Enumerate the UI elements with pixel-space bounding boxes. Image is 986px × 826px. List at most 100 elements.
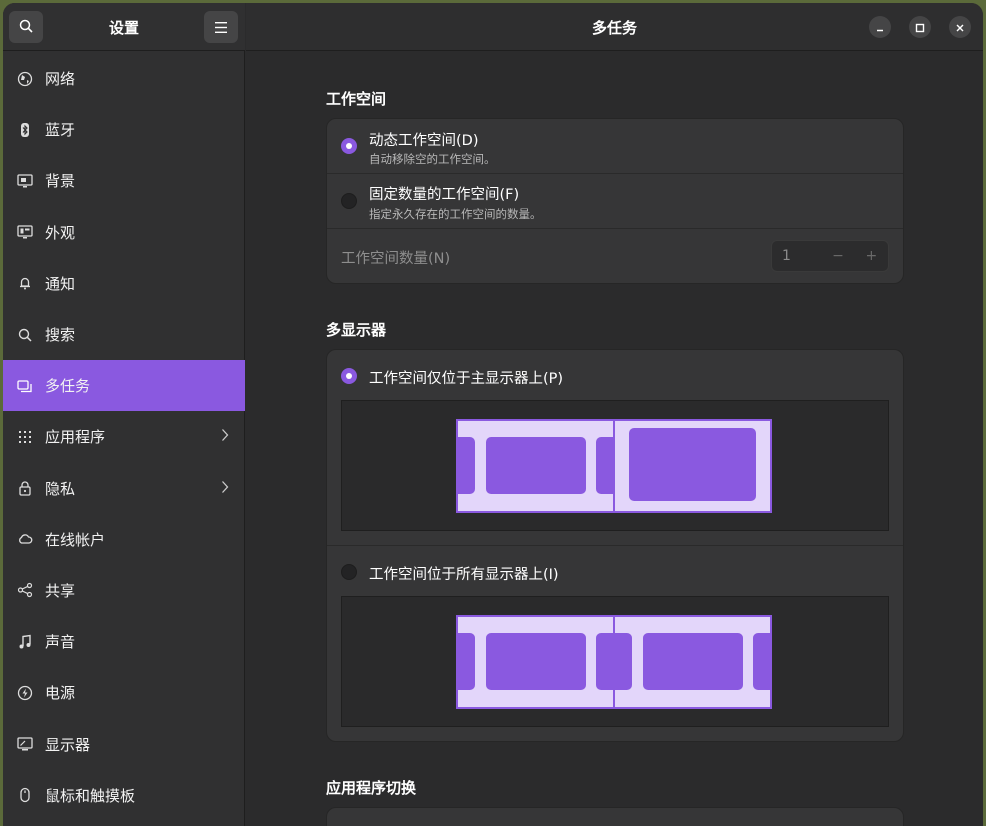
preview-monitor-right xyxy=(613,419,772,513)
sidebar-item-mouse[interactable]: 鼠标和触摸板 xyxy=(3,770,245,821)
workspace-thumbnail xyxy=(615,633,632,690)
share-icon xyxy=(17,582,33,598)
mouse-icon xyxy=(17,787,33,803)
sidebar-item-displays[interactable]: 显示器 xyxy=(3,718,245,769)
background-display-icon xyxy=(17,173,33,189)
sidebar-item-sharing[interactable]: 共享 xyxy=(3,565,245,616)
bluetooth-icon xyxy=(17,122,33,138)
preview-monitor-left xyxy=(456,419,615,513)
all-displays-row[interactable]: 工作空间位于所有显示器上(I) xyxy=(327,546,903,742)
workspaces-section-title: 工作空间 xyxy=(326,90,387,108)
main-menu-button[interactable] xyxy=(204,11,238,43)
increment-button[interactable]: + xyxy=(855,248,888,264)
sidebar-item-label: 多任务 xyxy=(45,377,91,396)
sidebar-item-multitasking[interactable]: 多任务 xyxy=(3,360,245,412)
workspace-thumbnail xyxy=(486,633,586,690)
app-switching-card xyxy=(326,807,904,826)
sidebar-item-label: 应用程序 xyxy=(45,428,106,447)
primary-only-preview xyxy=(341,400,889,531)
all-displays-radio[interactable] xyxy=(341,564,357,580)
sidebar-nav: 网络 蓝牙 背景 外观 通知 搜索 多任务 应用程序 隐私 在线帐户 共享 声音… xyxy=(3,53,245,821)
dynamic-workspaces-radio[interactable] xyxy=(341,138,357,154)
dynamic-workspaces-row[interactable]: 动态工作空间(D) 自动移除空的工作空间。 xyxy=(327,119,903,174)
dynamic-workspaces-label: 动态工作空间(D) xyxy=(369,133,479,149)
workspace-thumbnail xyxy=(643,633,743,690)
primary-only-row[interactable]: 工作空间仅位于主显示器上(P) xyxy=(327,350,903,546)
sidebar-item-label: 声音 xyxy=(45,633,76,652)
fixed-workspaces-row[interactable]: 固定数量的工作空间(F) 指定永久存在的工作空间的数量。 xyxy=(327,174,903,229)
multimonitor-section-title: 多显示器 xyxy=(326,321,387,339)
sidebar-item-label: 显示器 xyxy=(45,735,91,754)
multimonitor-card: 工作空间仅位于主显示器上(P) 工作空间位于所有显示器上(I) xyxy=(326,349,904,742)
sidebar-item-label: 电源 xyxy=(45,684,76,703)
sidebar-item-label: 鼠标和触摸板 xyxy=(45,786,136,805)
workspace-count-stepper[interactable]: 1 − + xyxy=(771,240,889,272)
cloud-icon xyxy=(17,531,33,547)
sidebar-item-label: 背景 xyxy=(45,172,76,191)
multitasking-icon xyxy=(17,378,33,394)
bell-icon xyxy=(17,275,33,291)
minimize-icon xyxy=(875,18,885,37)
maximize-icon xyxy=(915,18,925,37)
primary-only-label: 工作空间仅位于主显示器上(P) xyxy=(369,371,564,387)
settings-window: 设置 网络 蓝牙 背景 外观 通知 搜索 多任务 应用程序 隐私 在线帐户 共享… xyxy=(3,3,983,826)
chevron-right-icon xyxy=(221,428,229,446)
power-icon xyxy=(17,685,33,701)
display-icon xyxy=(17,736,33,752)
sidebar-item-notifications[interactable]: 通知 xyxy=(3,258,245,309)
sidebar-item-label: 通知 xyxy=(45,274,76,293)
appearance-display-icon xyxy=(17,224,33,240)
workspace-count-row: 工作空间数量(N) 1 − + xyxy=(327,229,903,284)
sidebar-item-label: 蓝牙 xyxy=(45,121,76,140)
workspace-thumbnail xyxy=(458,437,475,494)
close-icon xyxy=(955,18,965,37)
sidebar-item-apps[interactable]: 应用程序 xyxy=(3,411,245,462)
sidebar: 设置 网络 蓝牙 背景 外观 通知 搜索 多任务 应用程序 隐私 在线帐户 共享… xyxy=(3,3,245,826)
maximize-button[interactable] xyxy=(909,16,931,38)
workspace-count-value[interactable]: 1 xyxy=(782,248,821,264)
sidebar-item-online-accounts[interactable]: 在线帐户 xyxy=(3,514,245,565)
sidebar-item-label: 外观 xyxy=(45,223,76,242)
lock-icon xyxy=(17,480,33,496)
sidebar-item-sound[interactable]: 声音 xyxy=(3,616,245,667)
preview-monitor-right xyxy=(613,615,772,709)
app-switching-section-title: 应用程序切换 xyxy=(326,779,417,797)
sidebar-item-label: 网络 xyxy=(45,70,76,89)
workspace-thumbnail xyxy=(629,428,756,501)
preview-monitor-left xyxy=(456,615,615,709)
sidebar-item-label: 共享 xyxy=(45,581,76,600)
sidebar-item-privacy[interactable]: 隐私 xyxy=(3,463,245,514)
search-icon xyxy=(17,327,33,343)
fixed-workspaces-label: 固定数量的工作空间(F) xyxy=(369,187,520,203)
sidebar-item-bluetooth[interactable]: 蓝牙 xyxy=(3,104,245,155)
decrement-button[interactable]: − xyxy=(821,248,854,264)
workspace-count-label: 工作空间数量(N) xyxy=(341,251,451,267)
sidebar-item-search[interactable]: 搜索 xyxy=(3,309,245,360)
music-note-icon xyxy=(17,634,33,650)
sidebar-item-label: 搜索 xyxy=(45,326,76,345)
fixed-workspaces-radio[interactable] xyxy=(341,193,357,209)
sidebar-item-appearance[interactable]: 外观 xyxy=(3,207,245,258)
sidebar-item-label: 隐私 xyxy=(45,479,76,498)
main-panel: 多任务 工作空间 动态工作空间(D) 自动移除空的工作空间。 固定数量的工作空间… xyxy=(246,3,983,826)
network-globe-icon xyxy=(17,71,33,87)
sidebar-item-network[interactable]: 网络 xyxy=(3,53,245,104)
primary-only-radio[interactable] xyxy=(341,368,357,384)
workspace-thumbnail xyxy=(486,437,586,494)
chevron-right-icon xyxy=(221,480,229,498)
hamburger-icon xyxy=(215,18,227,37)
sidebar-item-label: 在线帐户 xyxy=(45,530,106,549)
workspace-thumbnail xyxy=(753,633,770,690)
sidebar-item-power[interactable]: 电源 xyxy=(3,667,245,718)
sidebar-item-background[interactable]: 背景 xyxy=(3,155,245,206)
dynamic-workspaces-subtitle: 自动移除空的工作空间。 xyxy=(369,152,496,166)
main-header: 多任务 xyxy=(246,3,983,51)
all-displays-label: 工作空间位于所有显示器上(I) xyxy=(369,567,559,583)
all-displays-preview xyxy=(341,596,889,727)
workspace-thumbnail xyxy=(458,633,475,690)
sidebar-header: 设置 xyxy=(3,3,245,51)
minimize-button[interactable] xyxy=(869,16,891,38)
apps-grid-icon xyxy=(17,429,33,445)
close-button[interactable] xyxy=(949,16,971,38)
fixed-workspaces-subtitle: 指定永久存在的工作空间的数量。 xyxy=(369,207,542,221)
